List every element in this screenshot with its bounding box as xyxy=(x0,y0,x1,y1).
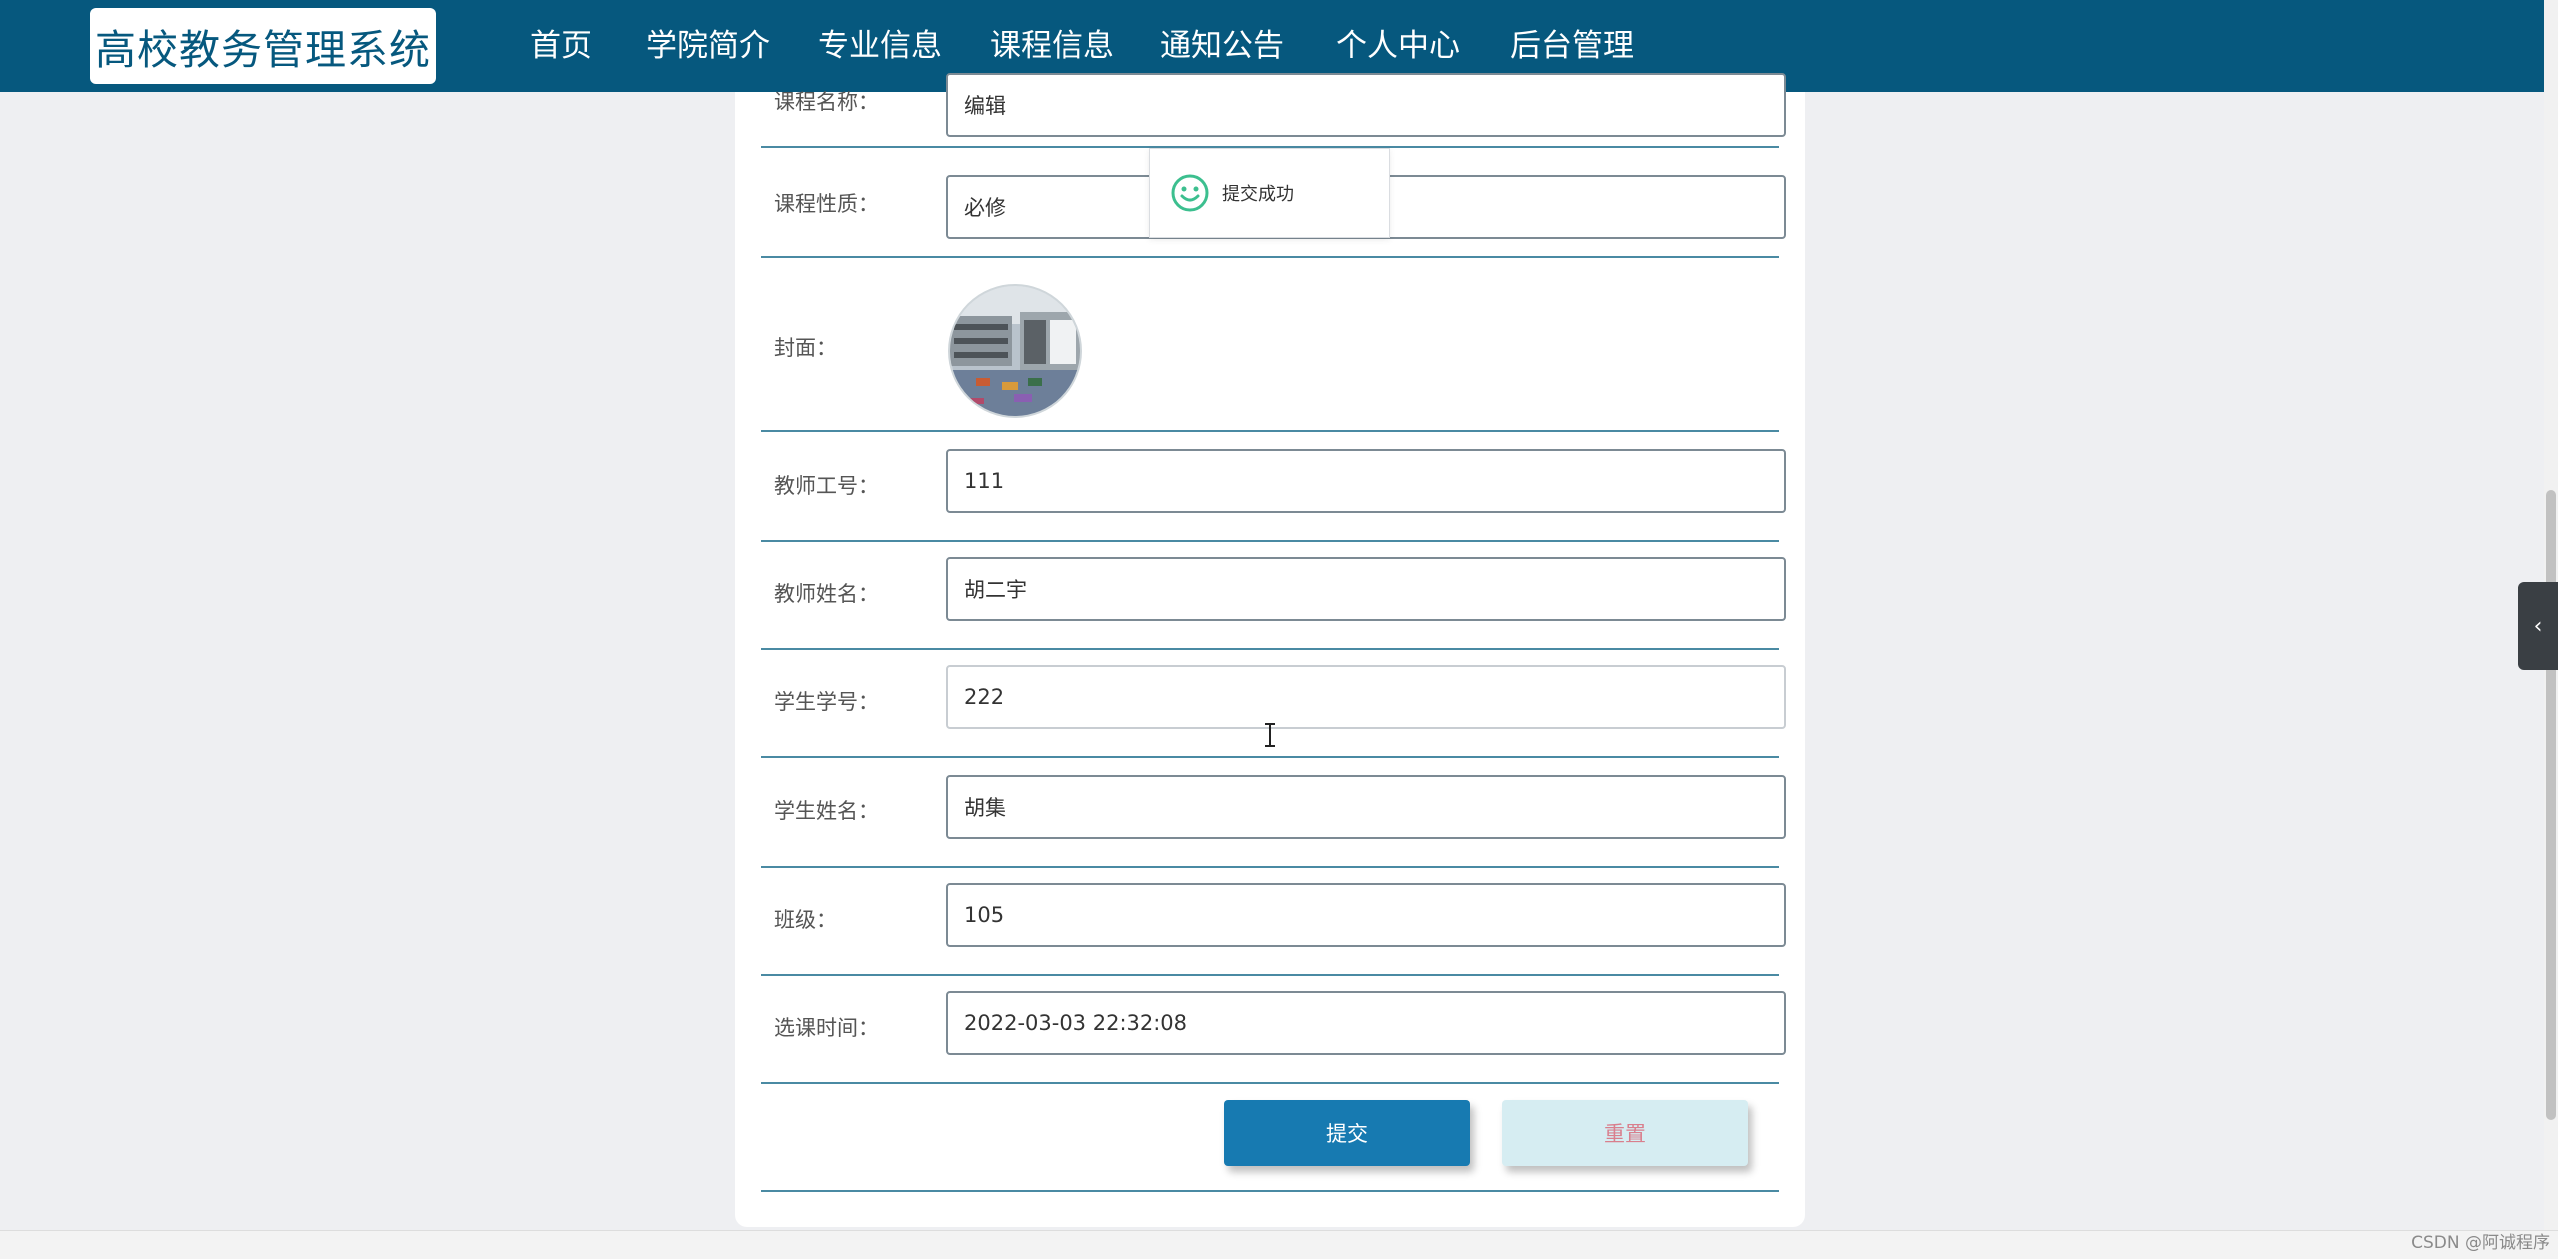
cover-thumbnail-graphic xyxy=(950,286,1080,416)
class-input[interactable] xyxy=(946,883,1786,947)
smile-icon xyxy=(1171,174,1209,212)
cover-label: 封面： xyxy=(774,336,837,360)
student-name-input[interactable] xyxy=(946,775,1786,839)
submit-button[interactable]: 提交 xyxy=(1224,1100,1470,1166)
course-name-input[interactable] xyxy=(946,73,1786,137)
form-row-select-time: 选课时间： xyxy=(761,976,1786,1084)
form-row-class: 班级： xyxy=(761,868,1786,976)
course-name-label: 课程名称： xyxy=(774,90,879,114)
bottom-bar xyxy=(0,1230,2558,1259)
watermark: CSDN @阿诚程序 xyxy=(2411,1233,2550,1253)
toast-message: 提交成功 xyxy=(1222,184,1294,205)
cover-image[interactable] xyxy=(948,284,1082,418)
side-panel-toggle[interactable]: ‹ xyxy=(2518,582,2558,670)
course-form-card: 课程名称： 课程性质： 封面： xyxy=(735,73,1805,1227)
select-time-label: 选课时间： xyxy=(774,1016,879,1040)
student-id-label: 学生学号： xyxy=(774,690,879,714)
teacher-name-label: 教师姓名： xyxy=(774,582,879,606)
form-row-teacher-id: 教师工号： xyxy=(761,432,1786,542)
teacher-id-input[interactable] xyxy=(946,449,1786,513)
select-time-input[interactable] xyxy=(946,991,1786,1055)
chevron-left-icon: ‹ xyxy=(2533,613,2543,639)
site-logo[interactable]: 高校教务管理系统 xyxy=(90,8,436,84)
teacher-name-input[interactable] xyxy=(946,557,1786,621)
student-id-input[interactable] xyxy=(946,665,1786,729)
success-toast: 提交成功 xyxy=(1149,148,1390,238)
course-type-label: 课程性质： xyxy=(774,192,879,216)
form-row-cover: 封面： xyxy=(761,258,1779,432)
teacher-id-label: 教师工号： xyxy=(774,474,879,498)
form-row-teacher-name: 教师姓名： xyxy=(761,542,1786,650)
site-title: 高校教务管理系统 xyxy=(95,26,431,74)
form-actions: 提交 重置 xyxy=(761,1084,1779,1192)
text-cursor-icon xyxy=(1263,722,1277,752)
student-name-label: 学生姓名： xyxy=(774,799,879,823)
reset-button[interactable]: 重置 xyxy=(1502,1100,1748,1166)
form-row-course-name: 课程名称： xyxy=(761,0,1786,148)
class-label: 班级： xyxy=(774,908,837,932)
form-row-student-name: 学生姓名： xyxy=(761,758,1786,868)
nav-college-intro[interactable]: 学院简介 xyxy=(646,0,770,92)
nav-home[interactable]: 首页 xyxy=(530,0,592,92)
